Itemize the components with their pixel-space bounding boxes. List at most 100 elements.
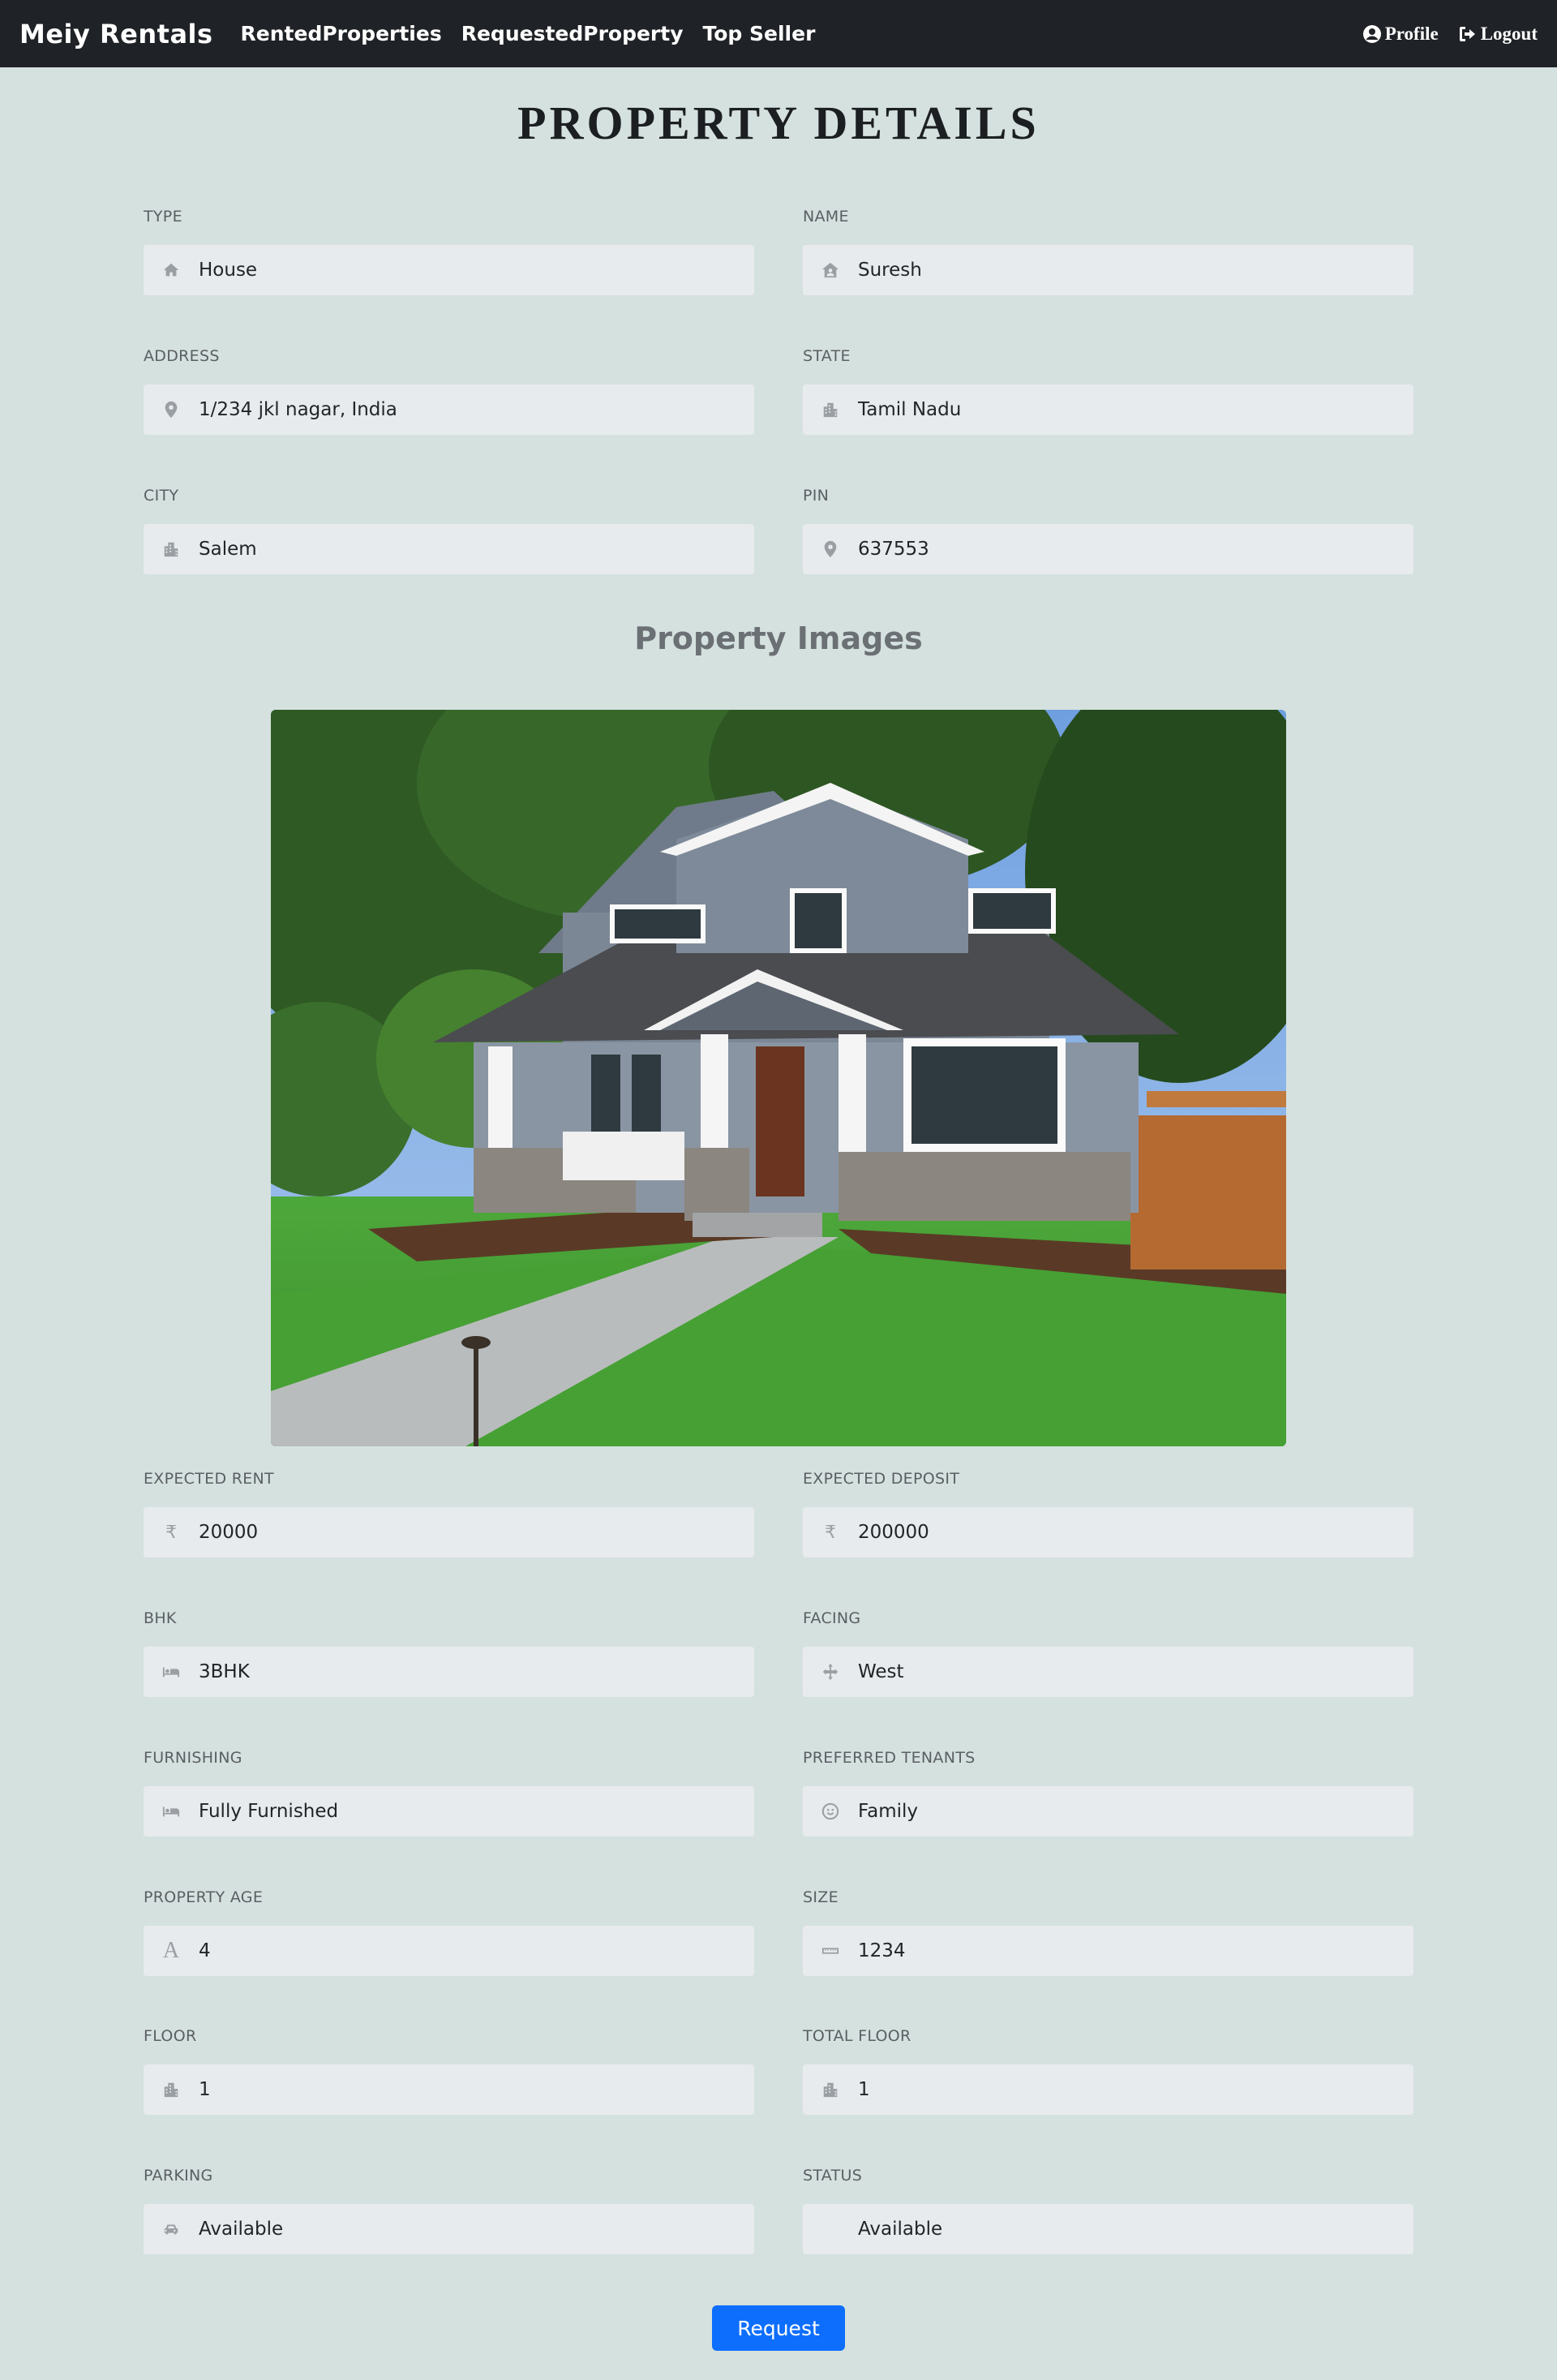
field-label: FURNISHING: [144, 1749, 242, 1767]
home-icon: [160, 259, 182, 281]
city-icon: [819, 2078, 842, 2101]
bed-icon: [160, 1800, 182, 1823]
field-pin: PIN 637553: [803, 487, 1413, 574]
map-pin-icon: [160, 398, 182, 421]
field-floor: FLOOR 1: [144, 2027, 754, 2115]
logout-label: Logout: [1480, 23, 1538, 44]
city-icon: [160, 538, 182, 561]
field-total-floor: TOTAL FLOOR 1: [803, 2027, 1413, 2115]
field-label: FLOOR: [144, 2027, 197, 2045]
field-value: 1234: [858, 1940, 906, 1961]
field-property-age: PROPERTY AGE A 4: [144, 1888, 754, 1976]
brand-logo[interactable]: Meiy Rentals: [19, 19, 213, 49]
profile-label: Profile: [1384, 23, 1439, 44]
field-label: PREFERRED TENANTS: [803, 1749, 976, 1767]
field-label: EXPECTED DEPOSIT: [803, 1470, 960, 1488]
car-icon: [160, 2218, 182, 2240]
field-state: STATE Tamil Nadu: [803, 347, 1413, 435]
field-value: Tamil Nadu: [858, 399, 962, 420]
field-box: House: [144, 245, 754, 295]
field-label: EXPECTED RENT: [144, 1470, 274, 1488]
field-box: 637553: [803, 524, 1413, 574]
field-box: Tamil Nadu: [803, 384, 1413, 435]
field-furnishing: FURNISHING Fully Furnished: [144, 1749, 754, 1837]
profile-link[interactable]: Profile: [1362, 24, 1439, 45]
field-value: 20000: [199, 1522, 259, 1543]
field-label: TOTAL FLOOR: [803, 2027, 911, 2045]
field-value: Available: [199, 2219, 284, 2240]
field-box: Available: [144, 2204, 754, 2254]
field-label: FACING: [803, 1609, 861, 1627]
field-name: NAME Suresh: [803, 208, 1413, 295]
field-box: ₹ 200000: [803, 1507, 1413, 1557]
field-address: ADDRESS 1/234 jkl nagar, India: [144, 347, 754, 435]
field-box: 3BHK: [144, 1647, 754, 1697]
field-bhk: BHK 3BHK: [144, 1609, 754, 1697]
field-status: STATUS Available: [803, 2167, 1413, 2254]
field-label: NAME: [803, 208, 849, 226]
request-button[interactable]: Request: [712, 2305, 845, 2351]
property-image: [271, 710, 1286, 1446]
field-value: Available: [858, 2219, 943, 2240]
field-box: West: [803, 1647, 1413, 1697]
field-parking: PARKING Available: [144, 2167, 754, 2254]
rupee-icon: ₹: [165, 1522, 177, 1542]
nav-top-seller[interactable]: Top Seller: [703, 22, 816, 45]
smile-icon: [819, 1800, 842, 1823]
field-box: 1: [144, 2064, 754, 2115]
field-box: 1234: [803, 1926, 1413, 1976]
field-value: Suresh: [858, 260, 922, 281]
field-type: TYPE House: [144, 208, 754, 295]
navbar: Meiy Rentals RentedProperties RequestedP…: [0, 0, 1557, 67]
field-box: Fully Furnished: [144, 1786, 754, 1837]
field-value: 1/234 jkl nagar, India: [199, 399, 397, 420]
field-value: House: [199, 260, 258, 281]
field-preferred-tenants: PREFERRED TENANTS Family: [803, 1749, 1413, 1837]
field-expected-deposit: EXPECTED DEPOSIT ₹ 200000: [803, 1470, 1413, 1557]
field-box: Salem: [144, 524, 754, 574]
field-value: 637553: [858, 539, 929, 560]
field-value: 200000: [858, 1522, 929, 1543]
field-box: 1/234 jkl nagar, India: [144, 384, 754, 435]
field-city: CITY Salem: [144, 487, 754, 574]
field-value: Fully Furnished: [199, 1801, 339, 1822]
nav-rented-properties[interactable]: RentedProperties: [241, 22, 442, 45]
field-facing: FACING West: [803, 1609, 1413, 1697]
map-pin-icon: [819, 538, 842, 561]
logout-link[interactable]: Logout: [1458, 24, 1538, 45]
field-label: PROPERTY AGE: [144, 1888, 264, 1906]
field-value: Salem: [199, 539, 257, 560]
field-value: West: [858, 1661, 904, 1682]
ruler-icon: [819, 1940, 842, 1962]
field-value: Family: [858, 1801, 919, 1822]
field-value: 1: [858, 2079, 870, 2100]
field-box: Available: [803, 2204, 1413, 2254]
city-icon: [160, 2078, 182, 2101]
nav-links: RentedProperties RequestedProperty Top S…: [241, 22, 816, 45]
field-size: SIZE 1234: [803, 1888, 1413, 1976]
field-value: 1: [199, 2079, 211, 2100]
nav-right: Profile Logout: [1362, 24, 1538, 45]
field-label: PARKING: [144, 2167, 213, 2185]
field-box: 1: [803, 2064, 1413, 2115]
blank-icon: [819, 2218, 842, 2240]
field-label: CITY: [144, 487, 179, 505]
field-label: SIZE: [803, 1888, 839, 1906]
rupee-icon: ₹: [825, 1522, 836, 1542]
images-section-title: Property Images: [634, 621, 923, 656]
field-label: ADDRESS: [144, 347, 220, 365]
city-icon: [819, 398, 842, 421]
field-label: BHK: [144, 1609, 177, 1627]
field-box: Suresh: [803, 245, 1413, 295]
bed-icon: [160, 1660, 182, 1683]
user-circle-icon: [1362, 24, 1381, 43]
letter-a-icon: A: [162, 1938, 180, 1963]
field-box: Family: [803, 1786, 1413, 1837]
field-box: A 4: [144, 1926, 754, 1976]
nav-requested-property[interactable]: RequestedProperty: [461, 22, 684, 45]
field-box: ₹ 20000: [144, 1507, 754, 1557]
compass-arrows-icon: [819, 1660, 842, 1683]
field-label: STATE: [803, 347, 851, 365]
field-value: 4: [199, 1940, 211, 1961]
field-label: STATUS: [803, 2167, 863, 2185]
